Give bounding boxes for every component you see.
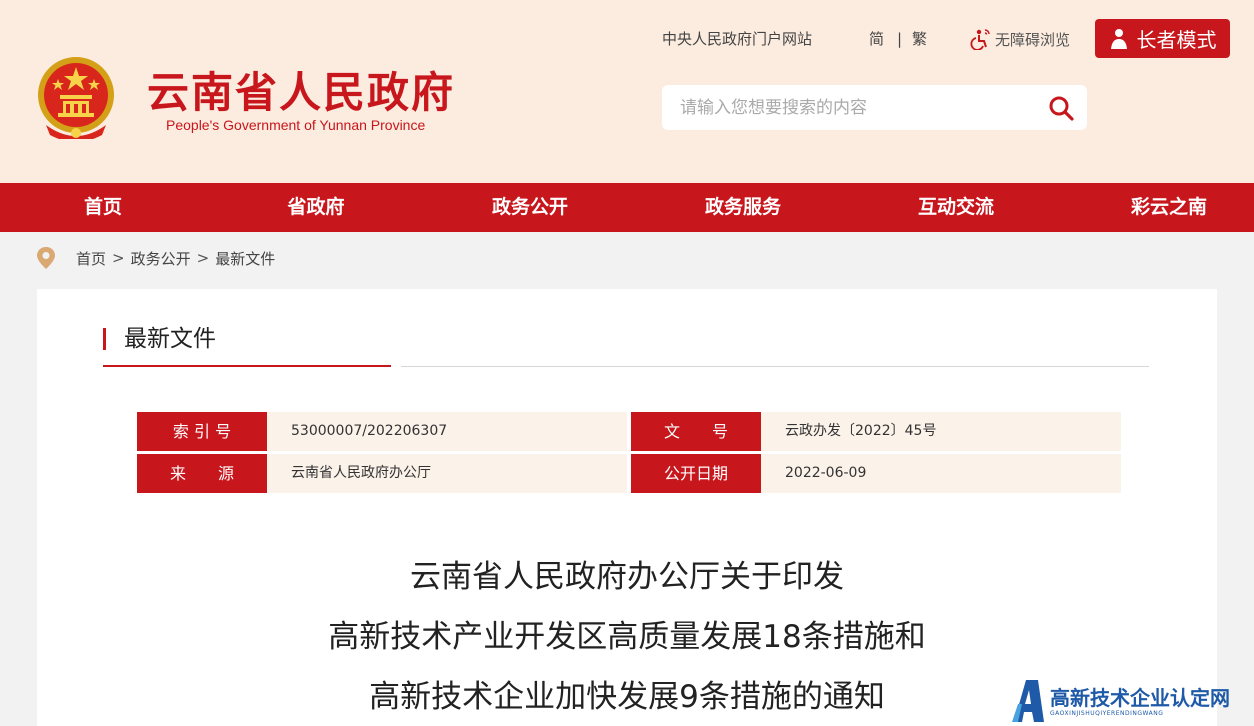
source-label: 来 源 xyxy=(137,454,275,493)
main-nav: 首页 省政府 政务公开 政务服务 互动交流 彩云之南 xyxy=(0,183,1254,232)
breadcrumb-home[interactable]: 首页 xyxy=(76,248,106,269)
index-number-label: 索 引 号 xyxy=(137,412,275,451)
national-emblem-icon xyxy=(38,57,114,139)
breadcrumb-separator: > xyxy=(196,249,210,267)
source-value: 云南省人民政府办公厅 xyxy=(267,454,627,493)
nav-item-province-gov[interactable]: 省政府 xyxy=(246,183,386,232)
watermark-text: 高新技术企业认定网 xyxy=(1050,685,1230,710)
document-title-line-2: 高新技术产业开发区高质量发展18条措施和 xyxy=(328,619,926,655)
nav-item-gov-services[interactable]: 政务服务 xyxy=(673,183,813,232)
nav-item-interaction[interactable]: 互动交流 xyxy=(886,183,1026,232)
nav-item-gov-affairs-open[interactable]: 政务公开 xyxy=(460,183,600,232)
meta-row-2: 来 源 云南省人民政府办公厅 公开日期 2022-06-09 xyxy=(137,454,1121,493)
section-title: 最新文件 xyxy=(103,324,216,354)
breadcrumb-latest-files[interactable]: 最新文件 xyxy=(215,248,275,269)
publish-date-label: 公开日期 xyxy=(631,454,769,493)
nav-item-home[interactable]: 首页 xyxy=(33,183,173,232)
simplified-chinese-link[interactable]: 简 xyxy=(869,29,884,49)
watermark: 高新技术企业认定网 GAOXINJISHUQIYERENDINGWANG xyxy=(1010,676,1254,726)
index-number-value: 53000007/202206307 xyxy=(267,412,627,451)
site-header: 云南省人民政府 People's Government of Yunnan Pr… xyxy=(0,0,1254,183)
lang-separator: | xyxy=(897,30,903,48)
accessibility-label: 无障碍浏览 xyxy=(995,30,1071,49)
document-number-label: 文 号 xyxy=(631,412,769,451)
search-box xyxy=(662,85,1087,130)
search-icon[interactable] xyxy=(1047,94,1075,122)
breadcrumb: 首页 > 政务公开 > 最新文件 xyxy=(36,245,275,271)
content-panel: 最新文件 索 引 号 53000007/202206307 文 号 云政办发〔2… xyxy=(37,289,1217,726)
breadcrumb-gov-affairs-open[interactable]: 政务公开 xyxy=(131,248,191,269)
site-subtitle: People's Government of Yunnan Province xyxy=(166,117,426,133)
central-gov-link[interactable]: 中央人民政府门户网站 xyxy=(662,29,812,49)
watermark-subtext: GAOXINJISHUQIYERENDINGWANG xyxy=(1050,709,1164,717)
breadcrumb-separator: > xyxy=(112,249,125,267)
location-pin-icon xyxy=(37,247,55,269)
document-number-value: 云政办发〔2022〕45号 xyxy=(761,412,1121,451)
section-divider xyxy=(401,366,1149,367)
accessibility-button[interactable]: 无障碍浏览 xyxy=(970,27,1070,51)
accessibility-icon xyxy=(970,29,990,50)
meta-row-1: 索 引 号 53000007/202206307 文 号 云政办发〔2022〕4… xyxy=(137,412,1121,451)
publish-date-value: 2022-06-09 xyxy=(761,454,1121,493)
nav-item-colorful-yunnan[interactable]: 彩云之南 xyxy=(1099,183,1239,232)
elder-mode-button[interactable]: 长者模式 xyxy=(1095,19,1230,58)
section-title-underline xyxy=(103,365,391,367)
watermark-logo-icon xyxy=(1012,680,1044,722)
site-title[interactable]: 云南省人民政府 xyxy=(147,66,455,120)
elder-mode-label: 长者模式 xyxy=(1136,28,1217,52)
search-input[interactable] xyxy=(680,85,1040,130)
elder-person-icon xyxy=(1110,28,1127,49)
document-title-line-1: 云南省人民政府办公厅关于印发 xyxy=(410,559,844,595)
traditional-chinese-link[interactable]: 繁 xyxy=(912,29,927,49)
